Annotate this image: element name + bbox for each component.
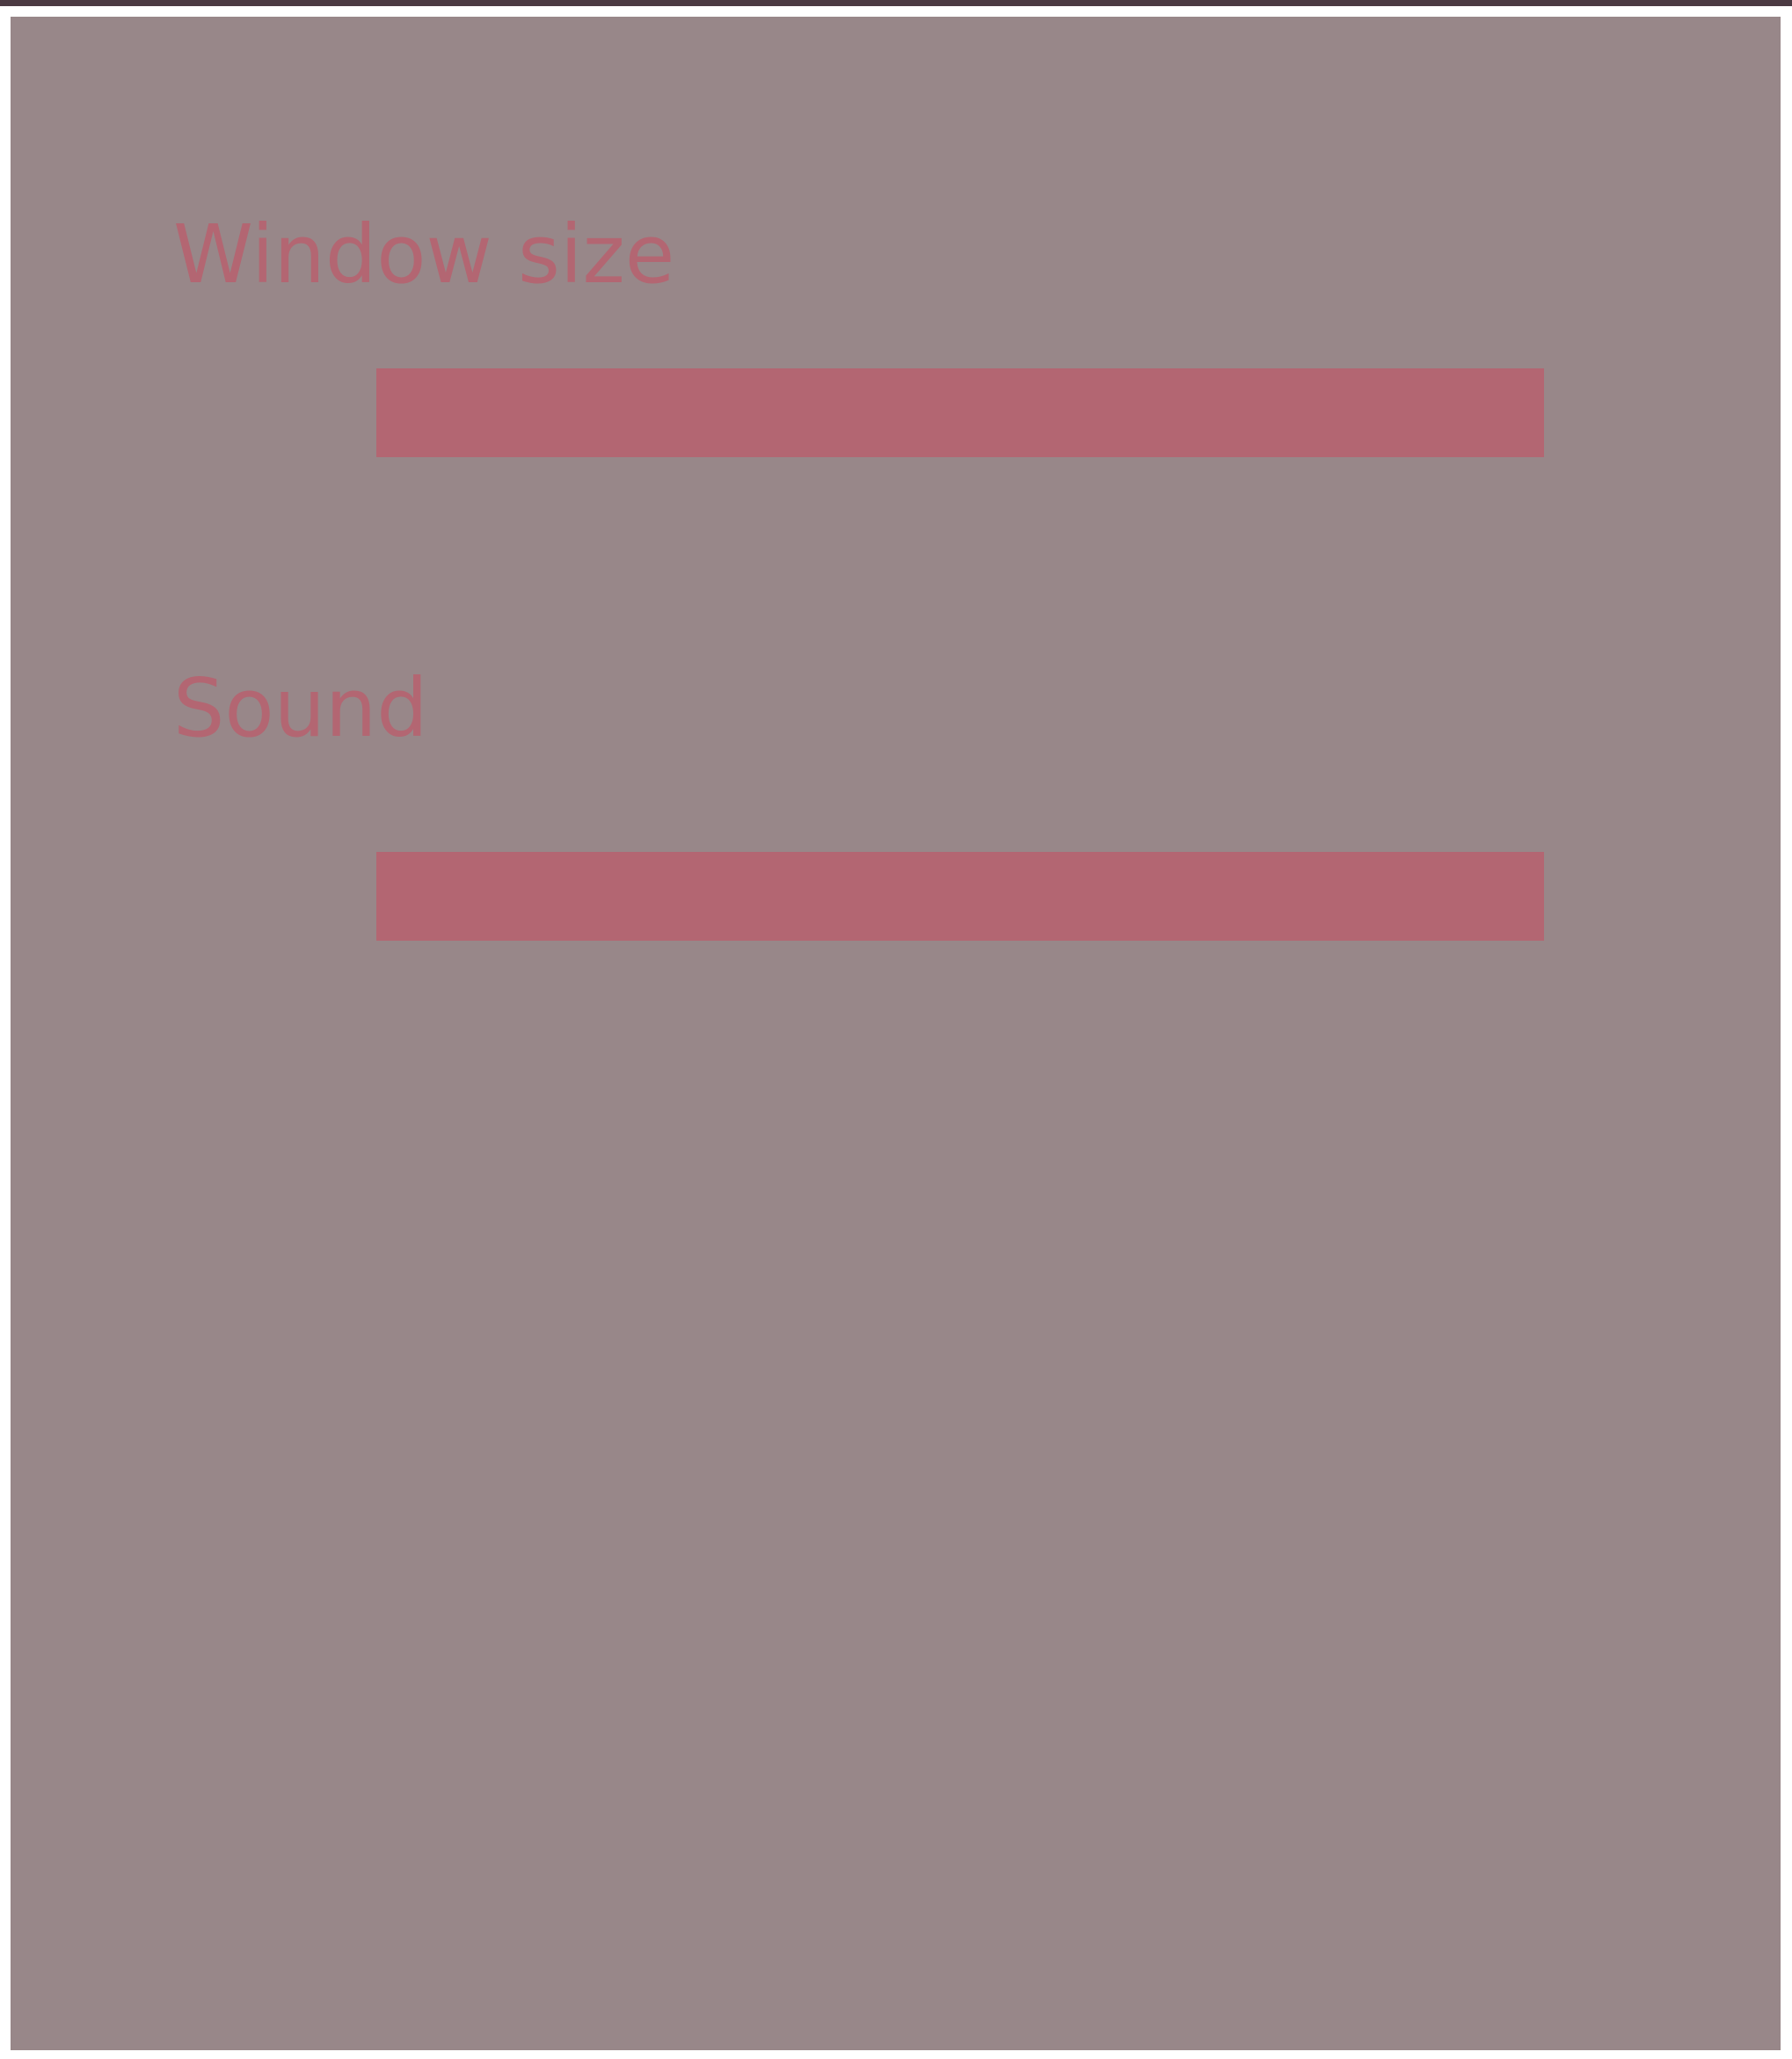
sound-control[interactable] [376, 852, 1544, 941]
window-size-label: Window size [173, 207, 675, 302]
sound-label: Sound [173, 661, 428, 755]
settings-panel: Window size Sound [11, 17, 1781, 2050]
top-border [0, 0, 1792, 6]
window-size-control[interactable] [376, 368, 1544, 457]
